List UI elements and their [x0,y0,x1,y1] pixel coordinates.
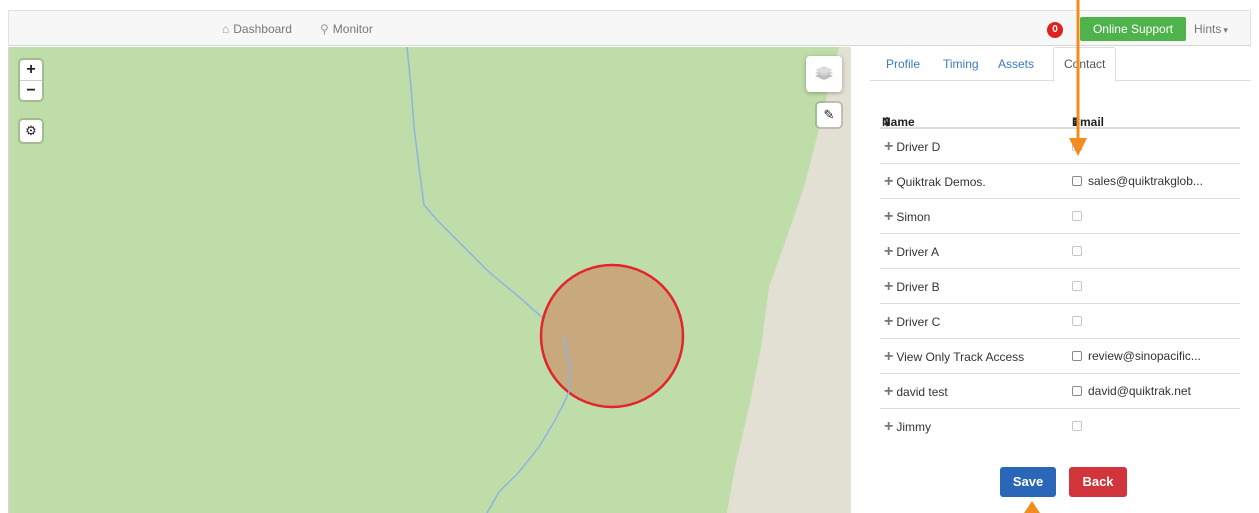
contact-name-label: Simon [896,210,931,224]
contact-email: david@quiktrak.net [1088,384,1191,398]
email-checkbox[interactable] [1072,176,1082,186]
plus-icon: + [884,278,894,295]
contact-name[interactable]: + Quiktrak Demos. [884,164,986,199]
layers-button[interactable] [806,56,842,92]
online-support-button[interactable]: Online Support [1080,17,1186,41]
email-checkbox[interactable] [1072,351,1082,361]
plus-icon: + [884,348,894,365]
email-checkbox[interactable] [1072,316,1082,326]
tab-timing[interactable]: Timing [943,47,979,81]
contact-email [1088,199,1238,234]
contact-name-label: Driver D [896,140,941,154]
contact-name-label: Driver A [896,245,940,259]
plus-icon: + [884,418,894,435]
contact-name-label: Driver B [896,280,940,294]
contact-name[interactable]: + Driver D [884,129,940,164]
table-row: + Driver A [880,234,1240,269]
hints-dropdown[interactable]: Hints ▾ [1194,11,1228,47]
table-row: + Simon [880,199,1240,234]
contact-name-label: Driver C [896,315,941,329]
table-row: + View Only Track Access review@sinopacif… [880,339,1240,374]
contact-name[interactable]: + Simon [884,199,930,234]
table-row: + Jimmy [880,409,1240,444]
plus-icon: + [884,383,894,400]
sort-icon: ⇕ [882,115,893,129]
contact-name-label: Quiktrak Demos. [896,175,986,189]
map-settings-button[interactable]: ⚙ [20,120,42,142]
edit-geofence-button[interactable]: ✎ [817,103,841,127]
save-button[interactable]: Save [1000,467,1056,497]
map-pin-icon: ⚲ [320,22,329,36]
table-row: + Quiktrak Demos. sales@quiktrakglob... [880,164,1240,199]
contact-name[interactable]: + View Only Track Access [884,339,1024,374]
contact-name[interactable]: + Driver C [884,304,940,339]
contact-name-label: david test [896,385,948,399]
plus-icon: + [884,313,894,330]
plus-icon: + [884,208,894,225]
home-icon: ⌂ [222,22,230,36]
email-checkbox[interactable] [1072,421,1082,431]
map-canvas [406,47,851,513]
tab-profile[interactable]: Profile [886,47,920,81]
caret-down-icon: ▾ [1223,25,1228,35]
contact-email: sales@quiktrakglob... [1088,174,1203,188]
annotation-arrow-up-icon [1024,501,1040,513]
nav-dashboard-label: Dashboard [233,22,292,36]
zoom-in-button[interactable]: + [20,60,42,80]
river-line [406,47,571,513]
email-checkbox[interactable] [1072,281,1082,291]
contact-name-label: Jimmy [896,420,932,434]
contact-email [1088,304,1238,339]
contact-email: review@sinopacific... [1088,349,1201,363]
email-checkbox[interactable] [1072,246,1082,256]
contact-name-label: View Only Track Access [896,350,1025,364]
map-view[interactable]: + − ⚙ ✎ [8,47,851,513]
table-row: + Driver B [880,269,1240,304]
nav-dashboard-link[interactable]: ⌂ Dashboard [222,11,292,47]
contact-name[interactable]: + Driver A [884,234,939,269]
contact-email [1088,234,1238,269]
plus-icon: + [884,243,894,260]
tab-assets[interactable]: Assets [998,47,1034,81]
zoom-control: + − [20,60,42,100]
back-button[interactable]: Back [1069,467,1127,497]
contact-email [1088,269,1238,304]
table-row: + david test david@quiktrak.net [880,374,1240,409]
contact-name[interactable]: + Driver B [884,269,940,304]
plus-icon: + [884,173,894,190]
email-checkbox[interactable] [1072,386,1082,396]
layers-icon [815,66,833,80]
email-checkbox[interactable] [1072,211,1082,221]
details-panel: Profile Timing Assets Contact Name ⇕ Ema… [852,47,1251,513]
annotation-arrow-down-icon [1069,0,1087,156]
contact-name[interactable]: + Jimmy [884,409,931,444]
nav-monitor-label: Monitor [332,22,373,36]
contact-email [1088,409,1238,444]
hints-label: Hints [1194,22,1222,36]
geofence-circle [539,263,685,409]
zoom-out-button[interactable]: − [20,80,42,100]
table-row: + Driver C [880,304,1240,339]
gear-icon: ⚙ [25,123,37,138]
contact-email [1088,129,1238,164]
plus-icon: + [884,138,894,155]
edit-icon: ✎ [823,107,835,122]
contact-name[interactable]: + david test [884,374,948,409]
nav-monitor-link[interactable]: ⚲ Monitor [320,11,373,47]
